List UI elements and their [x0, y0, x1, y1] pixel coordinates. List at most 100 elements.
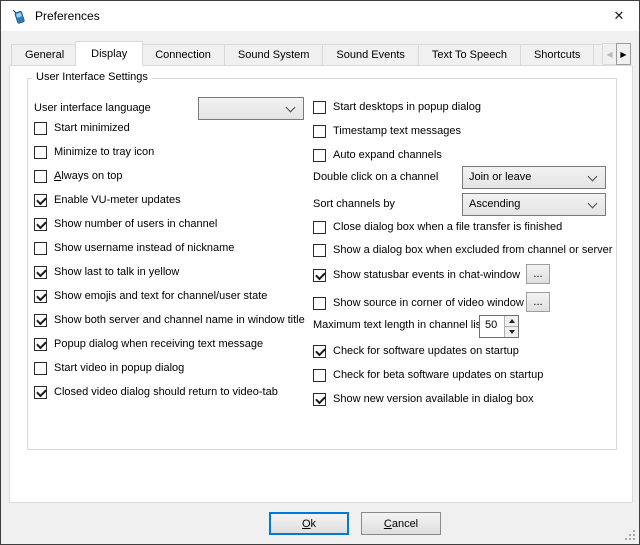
checkbox[interactable]	[34, 338, 47, 351]
video-source-config-button[interactable]: ...	[526, 292, 550, 312]
max-text-length-spinbox[interactable]: 50	[479, 315, 519, 338]
double-click-channel-select[interactable]: Join or leave	[462, 166, 606, 189]
checkbox[interactable]	[34, 170, 47, 183]
max-text-length-label: Maximum text length in channel list	[313, 319, 484, 331]
sort-channels-label: Sort channels by	[313, 193, 395, 216]
row-start-minimized[interactable]: Start minimized	[34, 116, 305, 140]
checkbox-label[interactable]: Show both server and channel name in win…	[54, 314, 305, 326]
checkbox-label[interactable]: Show a dialog box when excluded from cha…	[333, 244, 612, 256]
row-show-emojis-and-text[interactable]: Show emojis and text for channel/user st…	[34, 284, 305, 308]
titlebar[interactable]: Preferences ✕	[1, 1, 639, 31]
row-show-last-to-talk-in-yellow[interactable]: Show last to talk in yellow	[34, 260, 305, 284]
checkbox-label[interactable]: Popup dialog when receiving text message	[54, 338, 263, 350]
statusbar-events-config-button[interactable]: ...	[526, 264, 550, 284]
tab-display[interactable]: Display	[75, 41, 143, 66]
checkbox-label[interactable]: Close dialog box when a file transfer is…	[333, 221, 562, 233]
close-button[interactable]: ✕	[603, 1, 635, 31]
row-check-software-updates[interactable]: Check for software updates on startup	[313, 339, 543, 363]
tab-scroll-right-button[interactable]: ▶	[616, 43, 631, 65]
row-always-on-top[interactable]: Always on top	[34, 164, 305, 188]
checkbox-label[interactable]: Start video in popup dialog	[54, 362, 184, 374]
row-show-source-in-video-window[interactable]: Show source in corner of video window	[313, 295, 524, 311]
window-title: Preferences	[35, 1, 100, 31]
checkbox[interactable]	[313, 269, 326, 282]
row-show-statusbar-events[interactable]: Show statusbar events in chat-window	[313, 267, 520, 283]
cancel-button[interactable]: Cancel	[361, 512, 441, 535]
checkbox-label[interactable]: Show emojis and text for channel/user st…	[54, 290, 267, 302]
checkbox[interactable]	[313, 221, 326, 234]
spinbox-buttons	[504, 316, 518, 337]
checkbox[interactable]	[34, 242, 47, 255]
row-start-video-in-popup-dialog[interactable]: Start video in popup dialog	[34, 356, 305, 380]
row-minimize-to-tray-icon[interactable]: Minimize to tray icon	[34, 140, 305, 164]
checkbox-label[interactable]: Check for beta software updates on start…	[333, 369, 543, 381]
checkbox-label[interactable]: Closed video dialog should return to vid…	[54, 386, 278, 398]
spinbox-value[interactable]: 50	[480, 316, 504, 337]
checkbox-label[interactable]: Show source in corner of video window	[333, 297, 524, 309]
tab-text-to-speech[interactable]: Text To Speech	[418, 44, 521, 66]
checkbox[interactable]	[34, 218, 47, 231]
tab-shortcuts[interactable]: Shortcuts	[520, 44, 594, 66]
checkbox-label[interactable]: Show statusbar events in chat-window	[333, 269, 520, 281]
tab-sound-system[interactable]: Sound System	[224, 44, 324, 66]
checkbox[interactable]	[34, 194, 47, 207]
tab-bar: General Display Connection Sound System …	[11, 41, 603, 66]
double-click-value: Join or leave	[469, 171, 531, 183]
checkbox-label[interactable]: Always on top	[54, 170, 123, 182]
checkbox-label[interactable]: Show last to talk in yellow	[54, 266, 179, 278]
tab-sound-events[interactable]: Sound Events	[322, 44, 419, 66]
checkbox[interactable]	[34, 290, 47, 303]
row-show-new-version-dialog[interactable]: Show new version available in dialog box	[313, 387, 543, 411]
checkbox-label[interactable]: Timestamp text messages	[333, 125, 461, 137]
row-start-desktops-in-popup-dialog[interactable]: Start desktops in popup dialog	[313, 95, 481, 119]
checkbox-label[interactable]: Show username instead of nickname	[54, 242, 234, 254]
ok-button[interactable]: Ok	[269, 512, 349, 535]
right-bottom-checkbox-list: Check for software updates on startup Ch…	[313, 339, 543, 411]
row-show-username-instead-of-nickname[interactable]: Show username instead of nickname	[34, 236, 305, 260]
checkbox[interactable]	[313, 125, 326, 138]
resize-grip-icon[interactable]	[625, 530, 627, 532]
checkbox-label[interactable]: Show new version available in dialog box	[333, 393, 534, 405]
checkbox-label[interactable]: Start minimized	[54, 122, 130, 134]
row-show-number-of-users-in-channel[interactable]: Show number of users in channel	[34, 212, 305, 236]
language-label: User interface language	[34, 102, 151, 114]
checkbox[interactable]	[313, 369, 326, 382]
spin-down-icon	[509, 330, 515, 334]
checkbox[interactable]	[313, 297, 326, 310]
tab-general[interactable]: General	[11, 44, 78, 66]
checkbox-label[interactable]: Auto expand channels	[333, 149, 442, 161]
checkbox-label[interactable]: Start desktops in popup dialog	[333, 101, 481, 113]
checkbox[interactable]	[34, 146, 47, 159]
row-timestamp-text-messages[interactable]: Timestamp text messages	[313, 119, 481, 143]
checkbox-label[interactable]: Enable VU-meter updates	[54, 194, 181, 206]
row-closed-video-return-to-video-tab[interactable]: Closed video dialog should return to vid…	[34, 380, 305, 404]
checkbox[interactable]	[34, 314, 47, 327]
row-show-server-and-channel-in-title[interactable]: Show both server and channel name in win…	[34, 308, 305, 332]
checkbox[interactable]	[34, 122, 47, 135]
spin-down-button[interactable]	[505, 327, 518, 337]
row-popup-dialog-text-message[interactable]: Popup dialog when receiving text message	[34, 332, 305, 356]
checkbox[interactable]	[313, 244, 326, 257]
checkbox[interactable]	[313, 149, 326, 162]
tab-connection[interactable]: Connection	[141, 44, 225, 66]
tab-scroll-buttons: ◀ ▶	[602, 43, 631, 65]
checkbox[interactable]	[34, 266, 47, 279]
row-check-beta-software-updates[interactable]: Check for beta software updates on start…	[313, 363, 543, 387]
row-show-dialog-when-excluded[interactable]: Show a dialog box when excluded from cha…	[313, 242, 612, 258]
checkbox[interactable]	[313, 393, 326, 406]
checkbox[interactable]	[34, 386, 47, 399]
spin-up-button[interactable]	[505, 316, 518, 327]
checkbox-label[interactable]: Check for software updates on startup	[333, 345, 519, 357]
checkbox[interactable]	[313, 101, 326, 114]
checkbox-label[interactable]: Show number of users in channel	[54, 218, 217, 230]
sort-channels-by-select[interactable]: Ascending	[462, 193, 606, 216]
left-checkbox-list: Start minimized Minimize to tray icon Al…	[34, 116, 305, 404]
tab-scroll-left-button[interactable]: ◀	[602, 43, 617, 65]
checkbox-label[interactable]: Minimize to tray icon	[54, 146, 154, 158]
row-auto-expand-channels[interactable]: Auto expand channels	[313, 143, 481, 167]
row-enable-vu-meter-updates[interactable]: Enable VU-meter updates	[34, 188, 305, 212]
checkbox[interactable]	[313, 345, 326, 358]
checkbox[interactable]	[34, 362, 47, 375]
chevron-down-icon	[588, 199, 598, 209]
row-close-dialog-file-transfer[interactable]: Close dialog box when a file transfer is…	[313, 219, 562, 235]
